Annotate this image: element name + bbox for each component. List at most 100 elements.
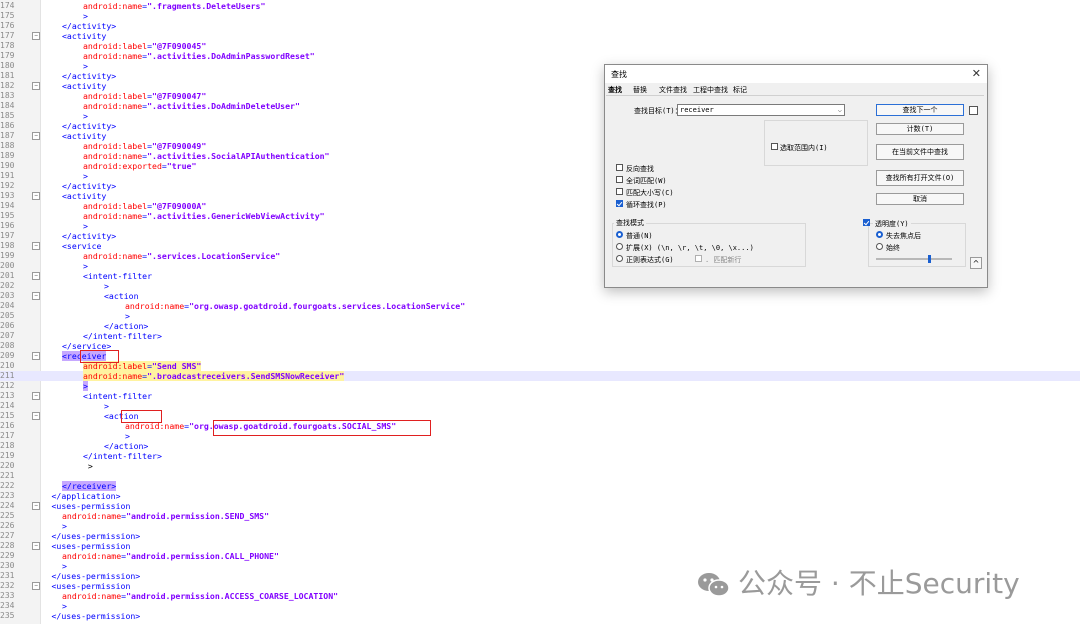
selection-only-checkbox[interactable] xyxy=(771,143,778,150)
line-number: 203 xyxy=(0,291,15,300)
wrap-checkbox[interactable] xyxy=(616,200,623,207)
code-line[interactable]: 224 − <uses-permission xyxy=(0,501,1080,511)
code-token: android:label xyxy=(83,201,148,211)
tab-find[interactable]: 查找 xyxy=(608,85,622,95)
code-line[interactable]: 206 </action> xyxy=(0,321,1080,331)
code-line[interactable]: 215− <action xyxy=(0,411,1080,421)
code-line[interactable]: 219 </intent-filter> xyxy=(0,451,1080,461)
mode-normal-radio[interactable] xyxy=(616,231,623,238)
code-line[interactable]: 216 android:name="org.owasp.goatdroid.fou… xyxy=(0,421,1080,431)
mode-extended-radio[interactable] xyxy=(616,243,623,250)
code-line[interactable]: 218 </action> xyxy=(0,441,1080,451)
cancel-button[interactable]: 取消 xyxy=(876,193,964,205)
fold-toggle-icon[interactable]: − xyxy=(32,392,40,400)
code-line[interactable]: 214 > xyxy=(0,401,1080,411)
code-line[interactable]: 177 − <activity xyxy=(0,31,1080,41)
fold-toggle-icon[interactable]: − xyxy=(32,412,40,420)
code-line[interactable]: 178 android:label="@7F090045" xyxy=(0,41,1080,51)
search-mode-title: 查找模式 xyxy=(614,218,646,228)
transparency-always-radio[interactable] xyxy=(876,243,883,250)
whole-word-checkbox[interactable] xyxy=(616,176,623,183)
code-token: ".activities.DoAdminPasswordReset" xyxy=(147,51,315,61)
find-next-option-checkbox[interactable] xyxy=(969,106,978,115)
code-line[interactable]: 213 − <intent-filter xyxy=(0,391,1080,401)
fold-toggle-icon[interactable]: − xyxy=(32,352,40,360)
code-line[interactable]: 229 android:name="android.permission.CALL… xyxy=(0,551,1080,561)
find-target-input[interactable]: receiver ⌵ xyxy=(677,104,845,116)
line-number: 191 xyxy=(0,171,15,180)
transparency-checkbox[interactable] xyxy=(863,219,870,226)
code-line[interactable]: 234 > xyxy=(0,601,1080,611)
fold-toggle-icon[interactable]: − xyxy=(32,292,40,300)
code-token: <service xyxy=(62,241,102,251)
fold-toggle-icon[interactable]: − xyxy=(32,502,40,510)
fold-toggle-icon[interactable]: − xyxy=(32,132,40,140)
code-line[interactable]: 209− <receiver xyxy=(0,351,1080,361)
transparency-lose-focus-radio[interactable] xyxy=(876,231,883,238)
code-line[interactable]: 235 </uses-permission> xyxy=(0,611,1080,621)
code-token: > xyxy=(83,61,88,71)
code-line[interactable]: 225 android:name="android.permission.SEND… xyxy=(0,511,1080,521)
count-button[interactable]: 计数(T) xyxy=(876,123,964,135)
dot-newline-checkbox[interactable] xyxy=(695,255,702,262)
code-token: android:name xyxy=(83,1,143,11)
code-line[interactable]: 176 </activity> xyxy=(0,21,1080,31)
code-token: ".broadcast xyxy=(147,371,202,381)
code-line[interactable]: 175 > xyxy=(0,11,1080,21)
code-line[interactable]: 227 </uses-permission> xyxy=(0,531,1080,541)
tab-replace[interactable]: 替换 xyxy=(633,85,647,95)
code-line[interactable]: 207 </intent-filter> xyxy=(0,331,1080,341)
fold-toggle-icon[interactable]: − xyxy=(32,582,40,590)
code-text: android:name="android.permission.ACCESS_… xyxy=(62,591,338,601)
code-line[interactable]: 212 > xyxy=(0,381,1080,391)
code-line[interactable]: 217 > xyxy=(0,431,1080,441)
code-token: "android.permission.SEND_SMS" xyxy=(126,511,270,521)
find-all-current-button[interactable]: 在当前文件中查找 xyxy=(876,144,964,160)
line-number: 192 xyxy=(0,181,15,190)
find-all-open-button[interactable]: 查找所有打开文件(O) xyxy=(876,170,964,186)
code-token: ".activities.DoAdminDeleteUser" xyxy=(147,101,300,111)
transparency-slider[interactable] xyxy=(876,255,952,263)
fold-toggle-icon[interactable]: − xyxy=(32,542,40,550)
code-line[interactable]: 220 > xyxy=(0,461,1080,471)
slider-thumb[interactable] xyxy=(928,255,931,263)
code-line[interactable]: 205 > xyxy=(0,311,1080,321)
tab-find-in-files[interactable]: 文件查找 xyxy=(659,85,687,95)
fold-toggle-icon[interactable]: − xyxy=(32,242,40,250)
close-icon[interactable]: ✕ xyxy=(972,67,981,80)
code-line[interactable]: 208 </service> xyxy=(0,341,1080,351)
tab-mark[interactable]: 标记 xyxy=(733,85,747,95)
code-line[interactable]: 226 > xyxy=(0,521,1080,531)
code-line[interactable]: 179 android:name=".activities.DoAdminPass… xyxy=(0,51,1080,61)
code-token: android:name xyxy=(83,211,143,221)
code-token: > xyxy=(62,521,67,531)
code-line[interactable]: 221 xyxy=(0,471,1080,481)
collapse-button[interactable]: ^ xyxy=(970,257,982,269)
tab-find-in-project[interactable]: 工程中查找 xyxy=(693,85,728,95)
transparency-lose-focus-label: 失去焦点后 xyxy=(886,232,921,240)
code-text: > xyxy=(83,61,88,71)
code-line[interactable]: 204 android:name="org.owasp.goatdroid.fou… xyxy=(0,301,1080,311)
code-token: <uses-permission xyxy=(51,541,131,551)
fold-toggle-icon[interactable]: − xyxy=(32,32,40,40)
code-line[interactable]: 174 android:name=".fragments.DeleteUsers" xyxy=(0,1,1080,11)
code-token: <uses-permission xyxy=(51,581,131,591)
code-line[interactable]: 210 android:label="Send SMS" xyxy=(0,361,1080,371)
fold-toggle-icon[interactable]: − xyxy=(32,272,40,280)
fold-toggle-icon[interactable]: − xyxy=(32,192,40,200)
code-token: s.SendSMSNowReceiver" xyxy=(240,371,345,381)
code-line[interactable]: 222 </receiver> xyxy=(0,481,1080,491)
match-case-checkbox[interactable] xyxy=(616,188,623,195)
mode-regex-radio[interactable] xyxy=(616,255,623,262)
reverse-checkbox[interactable] xyxy=(616,164,623,171)
chevron-down-icon[interactable]: ⌵ xyxy=(838,105,842,115)
fold-toggle-icon[interactable]: − xyxy=(32,82,40,90)
find-next-button[interactable]: 查找下一个 xyxy=(876,104,964,116)
line-number: 186 xyxy=(0,121,15,130)
code-line[interactable]: 223 </application> xyxy=(0,491,1080,501)
code-line[interactable]: 203 − <action xyxy=(0,291,1080,301)
code-line[interactable]: 211 android:name=".broadcastreceivers.Sen… xyxy=(0,371,1080,381)
line-number: 176 xyxy=(0,21,15,30)
code-text: </uses-permission> xyxy=(52,611,141,621)
code-line[interactable]: 228 − <uses-permission xyxy=(0,541,1080,551)
